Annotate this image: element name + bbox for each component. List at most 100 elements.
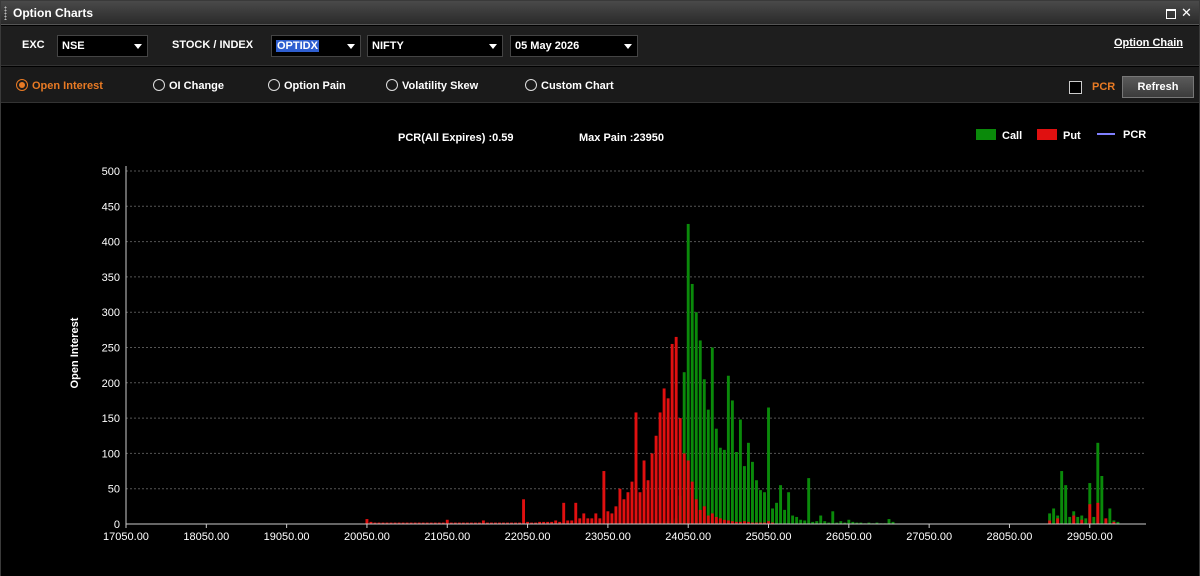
title-bar[interactable]: Option Charts ✕ [1, 1, 1199, 25]
y-tick-label: 150 [102, 413, 120, 425]
symbol-select[interactable]: NIFTY [367, 35, 503, 57]
put-bar [718, 518, 722, 524]
drag-grip-icon[interactable] [4, 6, 7, 20]
call-bar [783, 509, 787, 524]
instrument-toolbar: EXC NSE STOCK / INDEX OPTIDX NIFTY 05 Ma… [1, 26, 1199, 66]
pcr-all-expiries: PCR(All Expires) :0.59 [398, 132, 514, 144]
put-bar [1104, 518, 1108, 524]
put-bar [1048, 520, 1052, 524]
call-bar [710, 347, 714, 524]
call-bar [775, 502, 778, 524]
call-bar [759, 490, 762, 524]
call-bar [847, 519, 851, 524]
call-bar [738, 419, 742, 524]
symbol-select-value: NIFTY [372, 40, 404, 52]
put-bar [1088, 504, 1092, 524]
instrument-select[interactable]: OPTIDX [271, 35, 361, 57]
radio-icon [153, 79, 165, 91]
put-bar [690, 481, 694, 524]
call-bar [714, 428, 718, 524]
put-bar [658, 412, 662, 524]
put-bar [682, 453, 686, 524]
call-bar [831, 511, 835, 524]
expiry-select[interactable]: 05 May 2026 [510, 35, 638, 57]
put-bar [618, 488, 622, 524]
put-bar [445, 519, 449, 524]
y-tick-label: 100 [102, 448, 120, 460]
radio-volatility-skew[interactable]: Volatility Skew [386, 79, 478, 92]
put-bar [622, 499, 626, 524]
y-tick-label: 350 [102, 272, 120, 284]
call-bar [1092, 516, 1096, 524]
put-bar [1080, 519, 1084, 524]
put-bar [594, 513, 598, 524]
radio-icon [268, 79, 280, 91]
call-bar [1084, 518, 1088, 524]
legend-pcr-line [1097, 133, 1115, 135]
x-tick-label: 29050.00 [1067, 531, 1113, 543]
exchange-select[interactable]: NSE [57, 35, 148, 57]
put-bar [634, 412, 638, 524]
x-tick-label: 22050.00 [505, 531, 551, 543]
maximize-icon[interactable] [1164, 6, 1177, 19]
call-bar [1076, 516, 1080, 524]
put-bar [666, 398, 670, 524]
put-bar [670, 343, 674, 524]
option-charts-window: Option Charts ✕ EXC NSE STOCK / INDEX OP… [0, 0, 1200, 576]
put-bar [570, 520, 574, 524]
radio-label: Open Interest [32, 80, 103, 92]
refresh-button[interactable]: Refresh [1122, 76, 1194, 98]
instrument-select-value: OPTIDX [276, 40, 319, 52]
radio-option-pain[interactable]: Option Pain [268, 79, 346, 92]
call-bar [1100, 475, 1104, 524]
put-bar [1072, 515, 1076, 524]
put-bar [614, 506, 618, 524]
call-bar [807, 478, 811, 524]
radio-oi-change[interactable]: OI Change [153, 79, 224, 92]
option-chain-link[interactable]: Option Chain [1114, 37, 1183, 49]
legend-put: Put [1037, 129, 1081, 142]
call-bar [763, 492, 766, 524]
radio-icon [525, 79, 537, 91]
radio-custom-chart[interactable]: Custom Chart [525, 79, 614, 92]
x-tick-label: 27050.00 [906, 531, 952, 543]
x-tick-label: 28050.00 [987, 531, 1033, 543]
chevron-down-icon [624, 44, 632, 49]
call-bar [819, 515, 823, 524]
close-icon[interactable]: ✕ [1180, 6, 1193, 19]
radio-icon [386, 79, 398, 91]
y-tick-label: 400 [102, 237, 120, 249]
put-bar [638, 492, 642, 524]
chevron-down-icon [347, 44, 355, 49]
call-bar [1052, 508, 1056, 524]
radio-label: OI Change [169, 80, 225, 92]
put-bar [582, 513, 586, 524]
put-bar [1096, 502, 1100, 524]
legend-pcr-label: PCR [1123, 129, 1147, 141]
put-bar [686, 460, 690, 524]
y-tick-label: 250 [102, 343, 120, 355]
chevron-down-icon [134, 44, 142, 49]
put-bar [654, 435, 658, 524]
put-bar [578, 518, 582, 524]
call-bar [751, 461, 754, 524]
put-bar [566, 520, 570, 524]
radio-open-interest[interactable]: Open Interest [16, 79, 103, 92]
pcr-checkbox[interactable] [1069, 81, 1082, 94]
put-bar [642, 460, 646, 524]
put-bar [630, 481, 634, 524]
put-bar [726, 520, 730, 524]
y-tick-label: 200 [102, 378, 120, 390]
put-bar [586, 518, 590, 524]
call-bar [702, 379, 706, 524]
x-tick-label: 26050.00 [826, 531, 872, 543]
call-bar [887, 519, 891, 524]
call-bar [694, 312, 698, 524]
put-bar [554, 520, 558, 524]
y-axis-label: Open Interest [69, 317, 81, 389]
call-bar [791, 515, 795, 524]
put-bar [610, 513, 614, 524]
put-bar [606, 511, 610, 524]
put-bar [602, 471, 606, 524]
x-tick-label: 24050.00 [665, 531, 711, 543]
